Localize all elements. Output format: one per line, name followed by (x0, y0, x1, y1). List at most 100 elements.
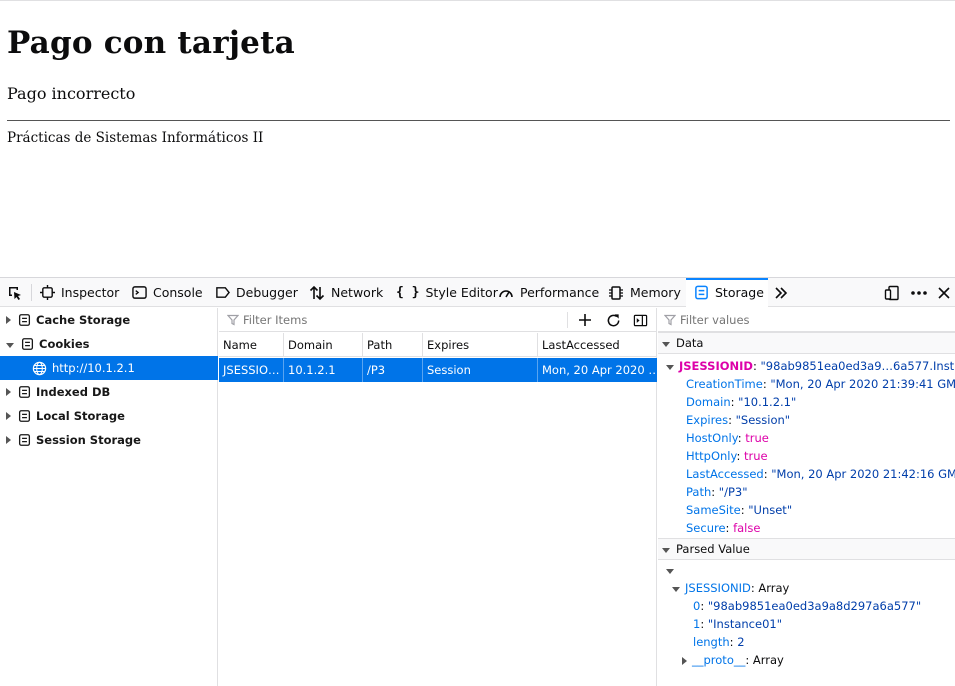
close-icon (938, 286, 950, 299)
prop-key: Expires (686, 413, 729, 427)
prop-path[interactable]: Path: "/P3" (686, 483, 748, 501)
collapse-arrow-icon (666, 569, 674, 574)
refresh-button[interactable] (604, 311, 622, 329)
more-horizontal-icon (911, 290, 927, 295)
tab-storage[interactable]: Storage (686, 278, 768, 307)
prop-http-only[interactable]: HttpOnly: true (686, 447, 768, 465)
entry-key: JSESSIONID (685, 581, 751, 595)
column-header-name[interactable]: Name (219, 333, 284, 357)
parsed-value-section-header[interactable]: Parsed Value (658, 538, 955, 560)
storage-icon (21, 338, 34, 350)
collapse-arrow-icon (672, 587, 680, 592)
tab-inspector-label: Inspector (61, 285, 120, 300)
tree-item-local-storage[interactable]: Local Storage (0, 404, 218, 428)
section-label: Parsed Value (676, 542, 750, 556)
filter-items-bar (219, 308, 657, 332)
tab-inspector[interactable]: Inspector (40, 278, 119, 307)
tab-network[interactable]: Network (309, 278, 383, 307)
storage-icon (18, 314, 31, 326)
tree-item-cache-storage[interactable]: Cache Storage (0, 308, 218, 332)
expand-arrow-icon[interactable] (6, 316, 11, 324)
devtools-toolbar: Inspector Console Debugger Network { } S… (0, 278, 955, 307)
table-row[interactable]: JSESSIO… 10.1.2.1 /P3 Session Mon, 20 Ap… (219, 358, 657, 382)
cell-path: /P3 (363, 358, 423, 382)
prop-last-accessed[interactable]: LastAccessed: "Mon, 20 Apr 2020 21:42:16… (686, 465, 955, 483)
column-header-domain[interactable]: Domain (284, 333, 363, 357)
prop-value: false (733, 521, 761, 535)
add-item-button[interactable] (576, 311, 594, 329)
prop-key: LastAccessed (686, 467, 764, 481)
close-devtools-button[interactable] (937, 278, 955, 307)
data-sidebar: Data JSESSIONID: "98ab9851ea0ed3a9…6a577… (658, 308, 955, 686)
array-item-0[interactable]: 0: "98ab9851ea0ed3a9a8d297a6a577" (693, 597, 921, 615)
dock-options-button[interactable] (884, 278, 906, 307)
responsive-mode-icon (884, 285, 899, 300)
web-page: Pago con tarjeta Pago incorrecto Práctic… (0, 0, 955, 277)
prop-key: SameSite (686, 503, 741, 517)
prop-creation-time[interactable]: CreationTime: "Mon, 20 Apr 2020 21:39:41… (686, 375, 955, 393)
storage-icon (18, 410, 31, 422)
entry-key: JSESSIONID (679, 359, 753, 373)
prop-host-only[interactable]: HostOnly: true (686, 429, 769, 447)
toggle-sidebar-button[interactable] (631, 311, 649, 329)
table-header: Name Domain Path Expires LastAccessed (219, 333, 657, 357)
parsed-root-toggle[interactable] (666, 561, 679, 579)
array-item-1[interactable]: 1: "Instance01" (693, 615, 782, 633)
column-header-lastaccessed[interactable]: LastAccessed (538, 333, 657, 357)
tab-debugger-label: Debugger (236, 285, 298, 300)
options-menu-button[interactable] (910, 278, 934, 307)
globe-icon (32, 361, 47, 375)
tree-item-label: Indexed DB (36, 385, 111, 399)
prop-value: "Mon, 20 Apr 2020 21:39:41 GMT" (770, 377, 955, 391)
cookies-table: Name Domain Path Expires LastAccessed JS… (219, 308, 657, 686)
storage-tree: Cache Storage Cookies http://10.1.2.1 In… (0, 308, 218, 686)
parsed-array-entry[interactable]: JSESSIONID: Array (672, 579, 789, 597)
tab-debugger[interactable]: Debugger (215, 278, 298, 307)
item-key: length (693, 635, 730, 649)
tree-item-cookies[interactable]: Cookies (0, 332, 218, 356)
prop-value: true (744, 449, 768, 463)
more-tools-button[interactable] (773, 278, 795, 307)
pick-element-button[interactable] (7, 278, 29, 307)
performance-icon (499, 289, 513, 297)
toolbar-separator (567, 312, 568, 328)
divider (7, 120, 950, 121)
collapse-arrow-icon (662, 341, 670, 347)
tab-memory[interactable]: Memory (608, 278, 681, 307)
prop-expires[interactable]: Expires: "Session" (686, 411, 790, 429)
tree-item-label: http://10.1.2.1 (52, 361, 135, 375)
array-length[interactable]: length: 2 (693, 633, 745, 651)
sidebar-toggle-icon (633, 314, 647, 326)
cookie-entry[interactable]: JSESSIONID: "98ab9851ea0ed3a9…6a577.Inst… (666, 357, 955, 375)
tree-item-session-storage[interactable]: Session Storage (0, 428, 218, 452)
data-section-header[interactable]: Data (658, 332, 955, 354)
tab-console[interactable]: Console (132, 278, 203, 307)
tree-item-indexed-db[interactable]: Indexed DB (0, 380, 218, 404)
prop-domain[interactable]: Domain: "10.1.2.1" (686, 393, 796, 411)
style-editor-icon: { } (396, 285, 420, 300)
tree-item-label: Session Storage (36, 433, 141, 447)
toolbar-separator (31, 284, 32, 301)
tab-performance[interactable]: Performance (498, 278, 599, 307)
column-header-expires[interactable]: Expires (423, 333, 538, 357)
filter-items-input[interactable] (243, 312, 543, 327)
filter-values-input[interactable] (680, 312, 940, 327)
cell-domain: 10.1.2.1 (284, 358, 363, 382)
network-icon (309, 285, 325, 300)
expand-arrow-icon[interactable] (6, 412, 11, 420)
page-footer: Prácticas de Sistemas Informáticos II (7, 130, 264, 146)
collapse-arrow-icon[interactable] (6, 342, 14, 348)
entry-type: Array (758, 581, 790, 595)
array-proto[interactable]: __proto__: Array (682, 651, 784, 669)
prop-value: "Unset" (748, 503, 793, 517)
payment-message: Pago incorrecto (7, 84, 136, 103)
column-header-path[interactable]: Path (363, 333, 423, 357)
tree-item-host[interactable]: http://10.1.2.1 (0, 356, 218, 380)
prop-secure[interactable]: Secure: false (686, 519, 760, 537)
expand-arrow-icon[interactable] (6, 388, 11, 396)
expand-arrow-icon[interactable] (6, 436, 11, 444)
tab-style-editor-label: Style Editor (425, 285, 498, 300)
tab-style-editor[interactable]: { } Style Editor (396, 278, 498, 307)
prop-same-site[interactable]: SameSite: "Unset" (686, 501, 792, 519)
plus-icon (579, 314, 591, 326)
